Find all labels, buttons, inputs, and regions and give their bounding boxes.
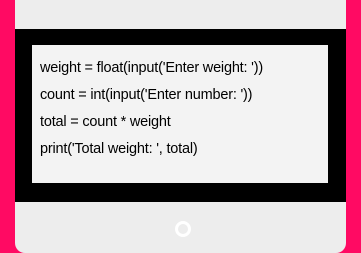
page-background: weight = float(input('Enter weight: ')) … xyxy=(0,0,361,253)
code-line-4: print('Total weight: ', total) xyxy=(40,141,198,157)
code-line-2: count = int(input('Enter number: ')) xyxy=(40,87,253,103)
home-button-icon[interactable] xyxy=(175,221,191,237)
device-screen: weight = float(input('Enter weight: ')) … xyxy=(15,29,346,202)
code-block: weight = float(input('Enter weight: ')) … xyxy=(32,45,328,183)
code-line-3: total = count * weight xyxy=(40,114,171,130)
tablet-device: weight = float(input('Enter weight: ')) … xyxy=(15,0,346,253)
code-line-1: weight = float(input('Enter weight: ')) xyxy=(40,60,263,76)
